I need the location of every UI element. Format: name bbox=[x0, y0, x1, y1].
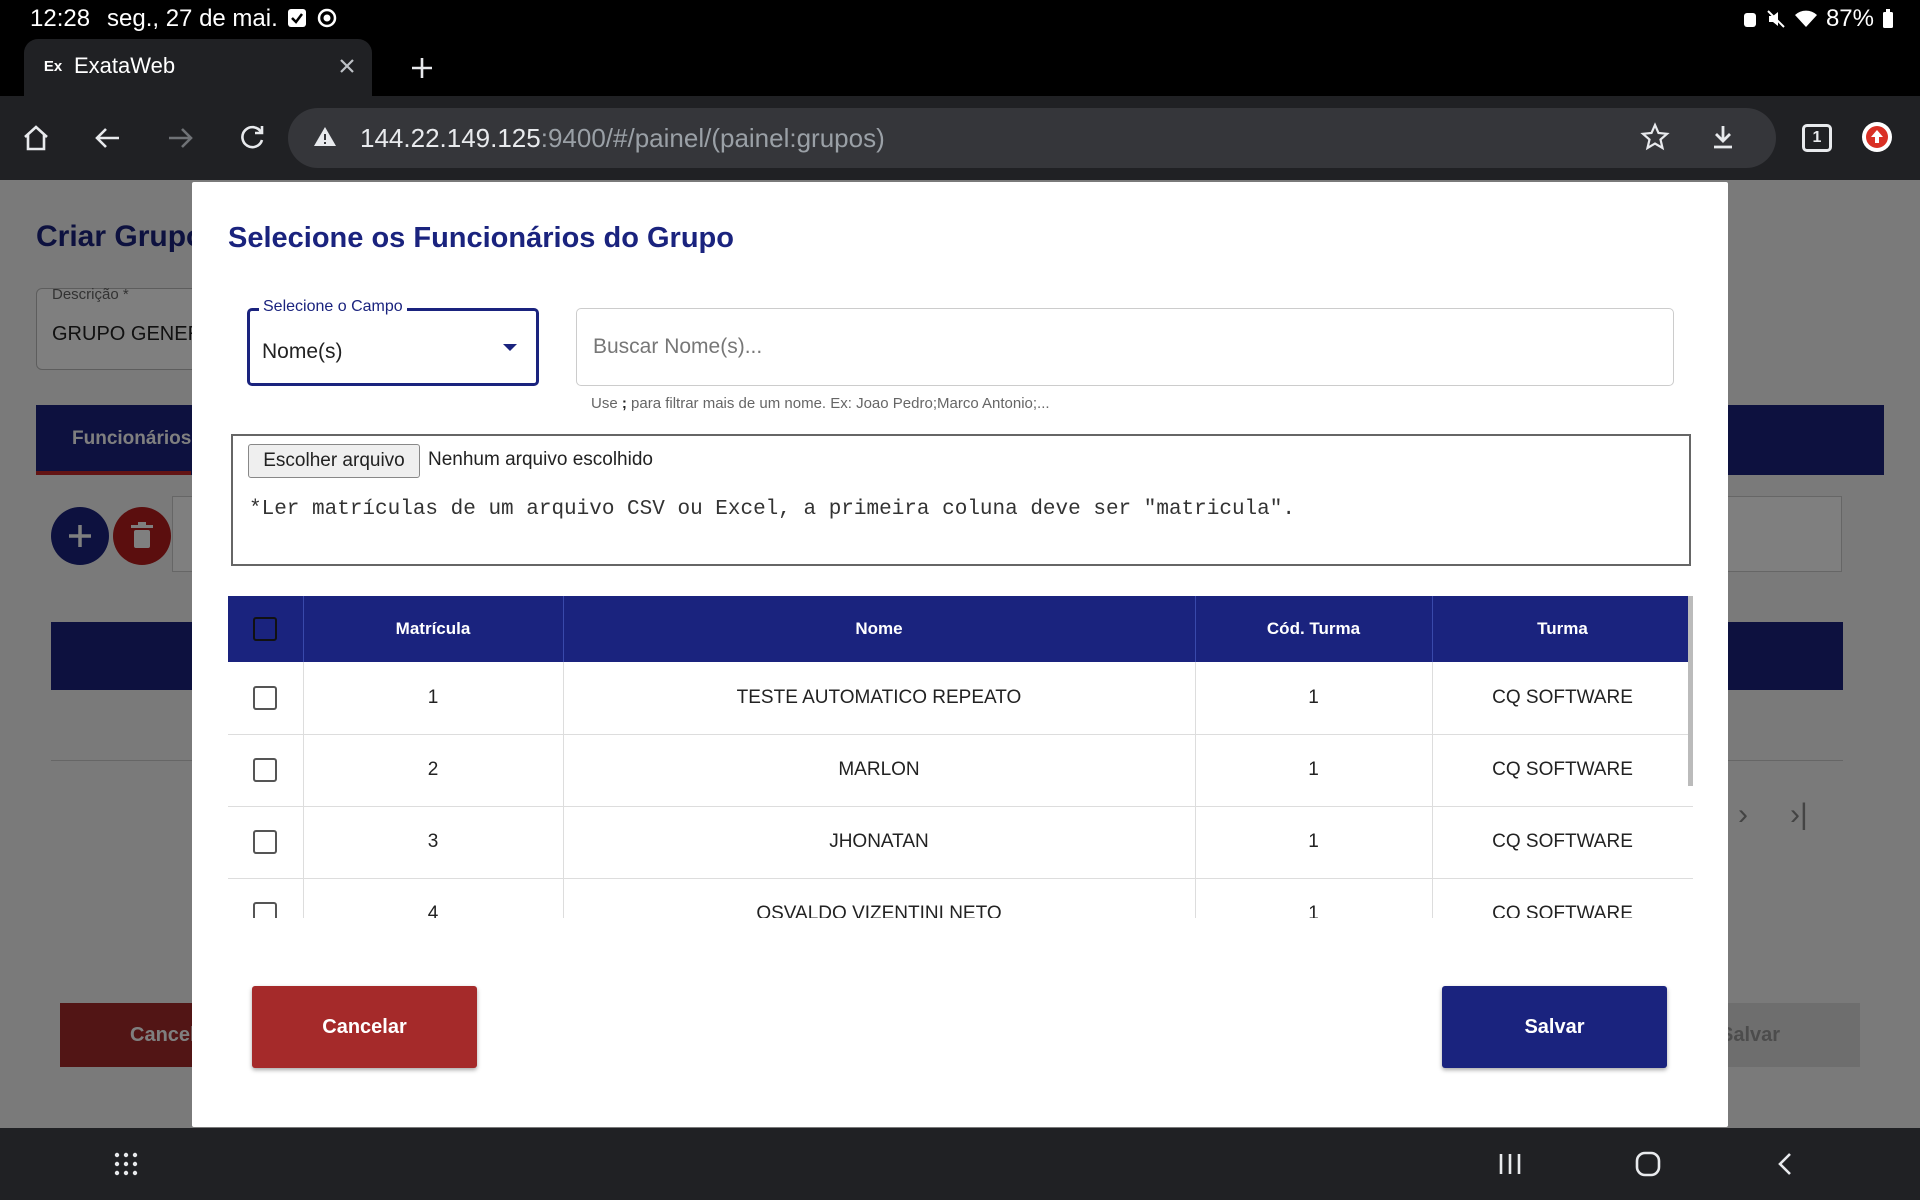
new-tab-icon[interactable] bbox=[404, 50, 440, 86]
status-bar: 12:28 seg., 27 de mai. 87% bbox=[0, 0, 1920, 36]
table-row[interactable]: 1 TESTE AUTOMATICO REPEATO 1 CQ SOFTWARE bbox=[228, 662, 1693, 734]
back-nav-button[interactable] bbox=[1766, 1144, 1806, 1184]
file-status: Nenhum arquivo escolhido bbox=[428, 449, 653, 470]
reload-icon bbox=[241, 125, 264, 149]
status-right: 87% bbox=[1742, 5, 1894, 33]
cell-nome: MARLON bbox=[563, 734, 1196, 806]
cell-matricula: 3 bbox=[303, 806, 564, 878]
table-row[interactable]: 4 OSVALDO VIZENTINI NETO 1 CQ SOFTWARE bbox=[228, 878, 1693, 918]
home-button[interactable] bbox=[14, 116, 58, 160]
select-employees-dialog: Selecione os Funcionários do Grupo Selec… bbox=[192, 182, 1728, 1127]
url-text[interactable]: 144.22.149.125:9400/#/painel/(painel:gru… bbox=[360, 123, 885, 154]
forward-button[interactable] bbox=[158, 116, 202, 160]
dialog-title: Selecione os Funcionários do Grupo bbox=[228, 222, 734, 254]
not-secure-warning-icon[interactable] bbox=[312, 124, 338, 150]
home-circle-icon bbox=[1635, 1151, 1661, 1177]
wifi-icon bbox=[1794, 10, 1817, 27]
cancel-button[interactable]: Cancelar bbox=[252, 986, 477, 1068]
row-select-cell bbox=[228, 662, 304, 734]
cell-cod-turma: 1 bbox=[1195, 806, 1433, 878]
recents-icon bbox=[1499, 1154, 1521, 1174]
field-select-label: Selecione o Campo bbox=[259, 298, 407, 316]
row-select-cell bbox=[228, 878, 304, 918]
alarm-icon bbox=[1743, 13, 1756, 27]
table-row[interactable]: 2 MARLON 1 CQ SOFTWARE bbox=[228, 734, 1693, 806]
table-scrollbar[interactable] bbox=[1688, 596, 1693, 786]
home-icon bbox=[24, 125, 48, 151]
tab-switcher-button[interactable]: 1 bbox=[1802, 124, 1832, 152]
row-checkbox[interactable] bbox=[253, 830, 278, 854]
browser-toolbar: 144.22.149.125:9400/#/painel/(painel:gru… bbox=[0, 96, 1920, 180]
grid-dots-icon bbox=[114, 1152, 138, 1176]
choose-file-button[interactable]: Escolher arquivo bbox=[248, 444, 420, 478]
row-select-cell bbox=[228, 806, 304, 878]
system-nav-bar bbox=[0, 1128, 1920, 1200]
table-header-row: Matrícula Nome Cód. Turma Turma bbox=[228, 596, 1693, 662]
home-nav-button[interactable] bbox=[1628, 1144, 1668, 1184]
tab-strip: Ex ExataWeb bbox=[0, 36, 1920, 96]
bookmark-star-icon[interactable] bbox=[1640, 122, 1670, 152]
search-names-input[interactable] bbox=[576, 308, 1674, 386]
row-checkbox[interactable] bbox=[253, 758, 278, 782]
column-header[interactable]: Cód. Turma bbox=[1195, 596, 1433, 662]
cell-turma: CQ SOFTWARE bbox=[1432, 806, 1693, 878]
back-chevron-icon bbox=[1778, 1153, 1791, 1175]
checkbox-notification-icon bbox=[288, 9, 306, 27]
cell-nome: OSVALDO VIZENTINI NETO bbox=[563, 878, 1196, 918]
browser-tab[interactable]: Ex ExataWeb bbox=[24, 39, 372, 96]
chevron-down-icon[interactable] bbox=[503, 344, 517, 351]
cell-turma: CQ SOFTWARE bbox=[1432, 878, 1693, 918]
cell-matricula: 1 bbox=[303, 662, 564, 734]
account-avatar[interactable] bbox=[1862, 122, 1892, 152]
url-path: :9400/#/painel/(painel:grupos) bbox=[540, 123, 885, 153]
close-tab-icon[interactable] bbox=[332, 51, 362, 81]
row-checkbox[interactable] bbox=[253, 685, 278, 710]
select-all-cell bbox=[228, 596, 304, 662]
recents-button[interactable] bbox=[1490, 1144, 1530, 1184]
select-all-checkbox[interactable] bbox=[253, 617, 278, 641]
battery-icon bbox=[1883, 9, 1893, 28]
app-drawer-button[interactable] bbox=[106, 1144, 146, 1184]
cell-nome: JHONATAN bbox=[563, 806, 1196, 878]
field-select-value: Nome(s) bbox=[262, 340, 343, 363]
cell-matricula: 2 bbox=[303, 734, 564, 806]
cell-turma: CQ SOFTWARE bbox=[1432, 734, 1693, 806]
cell-cod-turma: 1 bbox=[1195, 734, 1433, 806]
save-button[interactable]: Salvar bbox=[1442, 986, 1667, 1068]
status-time: 12:28 bbox=[30, 5, 91, 32]
reload-button[interactable] bbox=[230, 116, 274, 160]
row-select-cell bbox=[228, 734, 304, 806]
back-button[interactable] bbox=[86, 116, 130, 160]
favicon: Ex bbox=[43, 58, 63, 75]
hint-prefix: Use bbox=[591, 395, 622, 412]
cell-cod-turma: 1 bbox=[1195, 878, 1433, 918]
employees-table: Matrícula Nome Cód. Turma Turma 1 TESTE … bbox=[228, 596, 1693, 918]
cell-cod-turma: 1 bbox=[1195, 662, 1433, 734]
cell-nome: TESTE AUTOMATICO REPEATO bbox=[563, 662, 1196, 734]
sync-notification-icon bbox=[317, 8, 337, 28]
tab-title: ExataWeb bbox=[74, 53, 176, 78]
address-bar[interactable]: 144.22.149.125:9400/#/painel/(painel:gru… bbox=[288, 108, 1776, 168]
back-arrow-icon bbox=[95, 128, 119, 148]
status-date: seg., 27 de mai. bbox=[107, 5, 278, 32]
column-header[interactable]: Turma bbox=[1432, 596, 1693, 662]
url-host: 144.22.149.125 bbox=[360, 123, 541, 153]
cell-matricula: 4 bbox=[303, 878, 564, 918]
file-instructions: *Ler matrículas de um arquivo CSV ou Exc… bbox=[249, 498, 1295, 521]
forward-arrow-icon bbox=[169, 128, 193, 148]
column-header[interactable]: Matrícula bbox=[303, 596, 564, 662]
hint-suffix: para filtrar mais de um nome. Ex: Joao P… bbox=[626, 395, 1050, 412]
update-arrow-icon bbox=[1866, 126, 1888, 148]
search-hint: Use ; para filtrar mais de um nome. Ex: … bbox=[591, 395, 1050, 412]
cell-turma: CQ SOFTWARE bbox=[1432, 662, 1693, 734]
column-header[interactable]: Nome bbox=[563, 596, 1196, 662]
table-row[interactable]: 3 JHONATAN 1 CQ SOFTWARE bbox=[228, 806, 1693, 878]
mute-icon bbox=[1767, 10, 1785, 28]
battery-percent: 87% bbox=[1825, 5, 1874, 32]
download-icon[interactable] bbox=[1708, 122, 1738, 152]
row-checkbox[interactable] bbox=[253, 902, 278, 918]
